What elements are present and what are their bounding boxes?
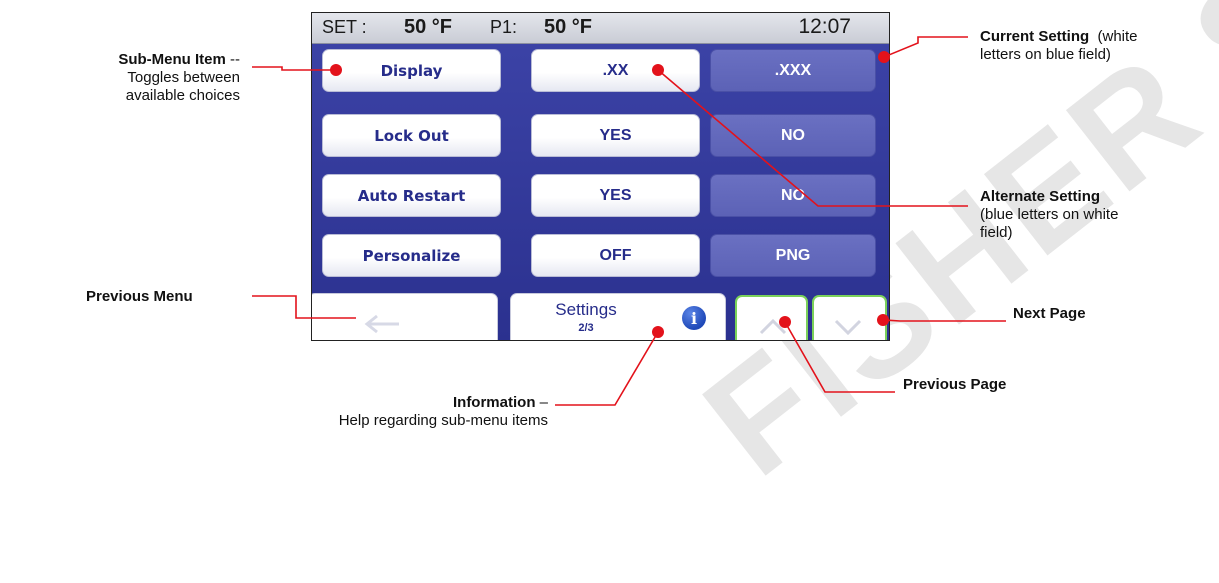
- annotation-current-setting: Current Setting (white letters on blue f…: [980, 28, 1138, 64]
- annotation-previous-page-title: Previous Page: [903, 376, 1007, 393]
- annotation-current-setting-title: Current Setting: [980, 28, 1090, 45]
- annotation-alternate-setting-line2: (blue letters on white: [980, 206, 1119, 223]
- annotation-current-setting-note: (white: [1089, 28, 1138, 45]
- annotation-next-page-title: Next Page: [1013, 305, 1086, 322]
- annotation-alternate-setting-line3: field): [980, 224, 1013, 241]
- annotation-information-line2: Help regarding sub-menu items: [338, 412, 548, 429]
- annotation-submenu-line2: Toggles between: [127, 69, 240, 86]
- annotation-submenu-suffix: --: [225, 51, 240, 68]
- annotation-submenu-item: Sub-Menu Item -- Toggles between availab…: [60, 51, 240, 105]
- annotation-previous-menu: Previous Menu: [86, 288, 193, 306]
- annotation-alternate-setting: Alternate Setting (blue letters on white…: [980, 188, 1118, 242]
- annotation-information-title: Information: [452, 394, 536, 411]
- annotation-previous-page: Previous Page: [903, 376, 1006, 394]
- annotation-next-page: Next Page: [1013, 305, 1086, 323]
- annotation-previous-menu-title: Previous Menu: [86, 288, 193, 305]
- annotation-submenu-line3: available choices: [125, 87, 240, 104]
- annotation-information-suffix: –: [535, 394, 548, 411]
- annotation-information: Information – Help regarding sub-menu it…: [250, 394, 548, 430]
- annotation-alternate-setting-title: Alternate Setting: [980, 188, 1101, 205]
- annotation-submenu-title: Sub-Menu Item: [118, 51, 226, 68]
- annotation-current-setting-line2: letters on blue field): [980, 46, 1111, 63]
